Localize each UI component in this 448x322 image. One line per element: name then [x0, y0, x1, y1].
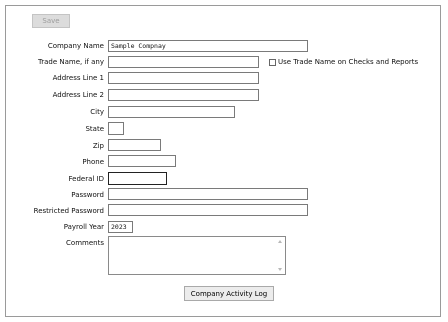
state-input[interactable] [108, 122, 124, 135]
address-line-1-label: Address Line 1 [52, 74, 104, 82]
password-label: Password [71, 191, 104, 199]
company-name-label: Company Name [47, 42, 104, 50]
federal-id-label: Federal ID [68, 175, 105, 183]
zip-label: Zip [92, 142, 104, 150]
comments-textarea[interactable] [108, 236, 286, 275]
use-trade-name-label: Use Trade Name on Checks and Reports [278, 58, 419, 66]
address-line-2-label: Address Line 2 [52, 91, 104, 99]
payroll-year-input[interactable]: 2023 [108, 221, 133, 233]
address-line-1-input[interactable] [108, 72, 259, 84]
save-button[interactable]: Save [32, 14, 70, 28]
zip-input[interactable] [108, 139, 161, 151]
restricted-password-input[interactable] [108, 204, 308, 216]
city-label: City [90, 108, 104, 116]
password-input[interactable] [108, 188, 308, 200]
federal-id-input[interactable] [108, 172, 167, 185]
scroll-up-arrow-icon[interactable] [278, 240, 282, 243]
state-label: State [85, 125, 104, 133]
trade-name-label: Trade Name, if any [38, 58, 104, 66]
use-trade-name-option[interactable]: Use Trade Name on Checks and Reports [269, 57, 418, 67]
payroll-year-label: Payroll Year [63, 223, 104, 231]
phone-label: Phone [82, 158, 104, 166]
restricted-password-label: Restricted Password [33, 207, 104, 215]
city-input[interactable] [108, 106, 235, 118]
address-line-2-input[interactable] [108, 89, 259, 101]
use-trade-name-checkbox[interactable] [269, 58, 276, 66]
comments-label: Comments [66, 239, 104, 247]
phone-input[interactable] [108, 155, 176, 167]
scroll-down-arrow-icon[interactable] [278, 268, 282, 271]
trade-name-input[interactable] [108, 56, 259, 68]
company-name-input[interactable]: Sample Compnay [108, 40, 308, 52]
company-activity-log-button[interactable]: Company Activity Log [184, 286, 274, 301]
